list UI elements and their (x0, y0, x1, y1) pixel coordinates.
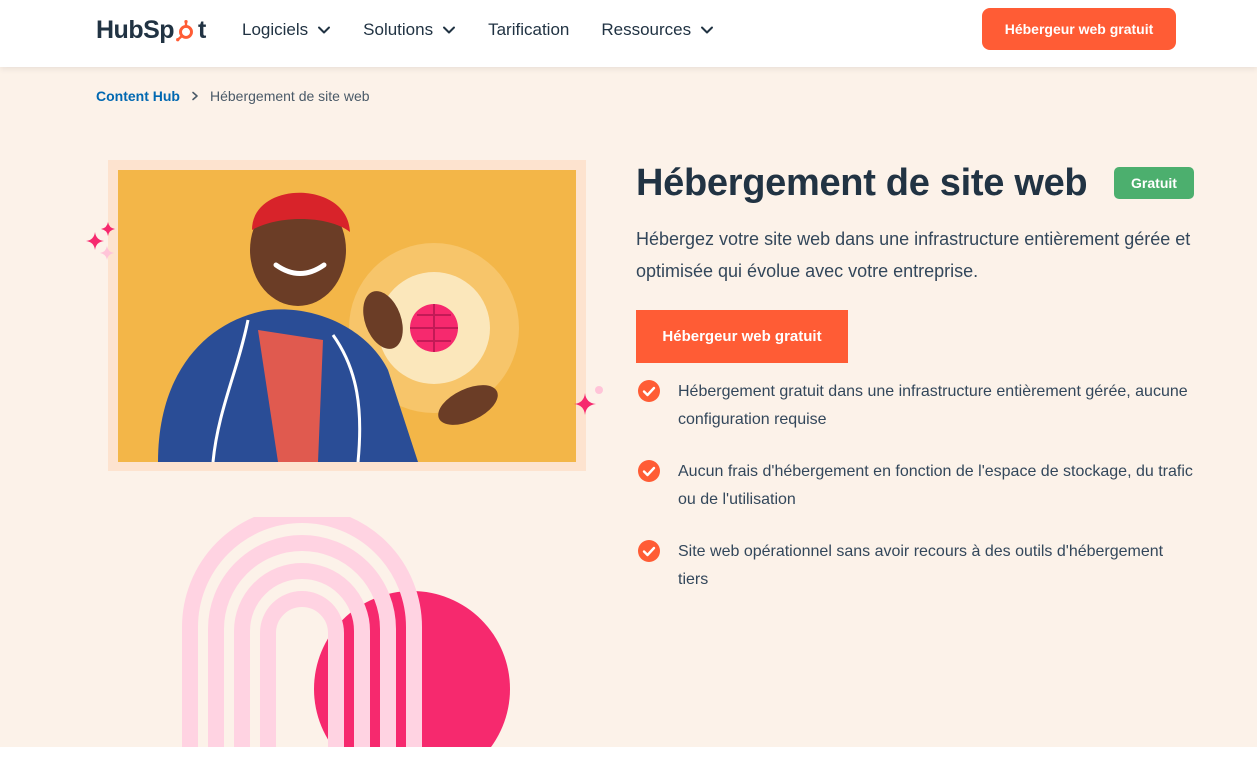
chevron-down-icon (701, 26, 714, 34)
feature-text: Site web opérationnel sans avoir recours… (678, 543, 1164, 588)
page-title: Hébergement de site web (636, 162, 1088, 204)
hero-section: Content Hub Hébergement de site web Hébe… (0, 67, 1257, 747)
chevron-down-icon (318, 26, 331, 34)
breadcrumb-current: Hébergement de site web (209, 88, 370, 104)
breadcrumb: Content Hub Hébergement de site web (96, 88, 370, 104)
chevron-right-icon (192, 91, 198, 101)
chevron-down-icon (443, 26, 456, 34)
logo-wordmark-end: t (198, 15, 206, 44)
nav-item-tarification[interactable]: Tarification (488, 18, 569, 42)
list-item: Hébergement gratuit dans une infrastruct… (636, 378, 1196, 434)
nav-label: Tarification (488, 20, 570, 39)
breadcrumb-link-content-hub[interactable]: Content Hub (96, 88, 180, 104)
sparkle-icon (574, 386, 603, 415)
feature-text: Aucun frais d'hébergement en fonction de… (678, 463, 1193, 508)
decorative-arches (182, 517, 510, 747)
list-item: Aucun frais d'hébergement en fonction de… (636, 458, 1196, 514)
hero-cta-button[interactable]: Hébergeur web gratuit (636, 310, 848, 363)
page-bottom (0, 747, 1257, 777)
hero-subtitle: Hébergez votre site web dans une infrast… (636, 229, 1191, 281)
nav-label: Solutions (363, 20, 434, 39)
nav-item-solutions[interactable]: Solutions (363, 18, 456, 42)
free-badge: Gratuit (1114, 167, 1194, 199)
site-header: HubSp t Logiciels Solutions Tarification… (0, 0, 1257, 67)
nav-item-logiciels[interactable]: Logiciels (242, 18, 331, 42)
hero-illustration (118, 170, 576, 462)
sparkle-icon (86, 222, 115, 260)
feature-text: Hébergement gratuit dans une infrastruct… (678, 383, 1188, 428)
check-circle-icon (638, 540, 660, 562)
nav-label: Ressources (601, 20, 692, 39)
header-cta-button[interactable]: Hébergeur web gratuit (982, 8, 1176, 50)
check-circle-icon (638, 380, 660, 402)
check-circle-icon (638, 460, 660, 482)
nav-item-ressources[interactable]: Ressources (601, 18, 714, 42)
nav-label: Logiciels (242, 20, 309, 39)
list-item: Site web opérationnel sans avoir recours… (636, 538, 1196, 594)
sprocket-icon (176, 20, 194, 42)
feature-list: Hébergement gratuit dans une infrastruct… (636, 378, 1196, 618)
main-nav: Logiciels Solutions Tarification Ressour… (242, 18, 746, 42)
hero-image (118, 170, 576, 462)
hubspot-logo[interactable]: HubSp t (96, 14, 206, 46)
logo-wordmark: HubSp (96, 15, 175, 44)
